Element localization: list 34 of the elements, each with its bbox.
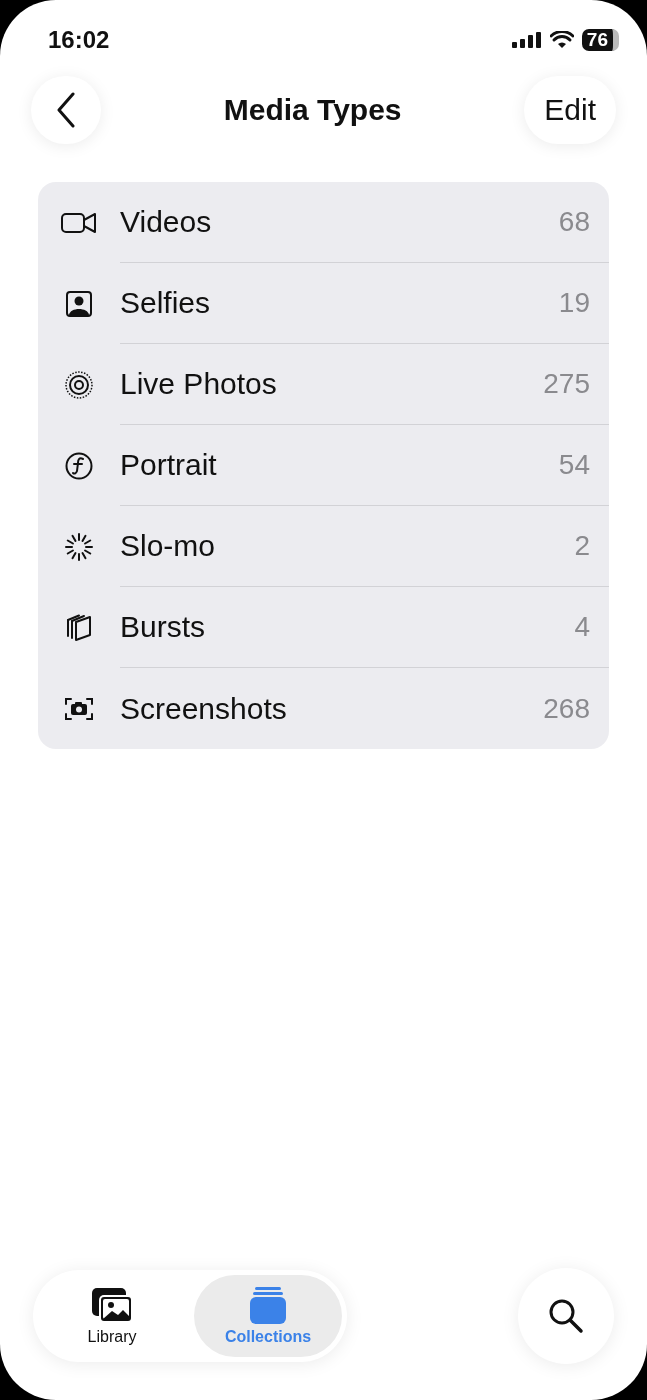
item-count: 268 [543,692,590,725]
row-label: Live Photos [120,367,277,401]
row-label: Slo-mo [120,529,216,563]
concentric-circles-icon [62,370,96,399]
chevron-left-icon [56,92,76,128]
list-row[interactable]: Live Photos 275 [38,344,609,425]
battery-indicator: 76 [581,29,619,51]
edit-button[interactable]: Edit [524,76,616,144]
search-icon [548,1298,584,1334]
clock-time: 16:02 [48,26,110,54]
item-count: 4 [574,611,590,643]
screen-title: Media Types [223,93,402,127]
row-label: Portrait [120,448,217,482]
list-row[interactable]: Videos 68 [38,182,609,263]
item-count: 19 [558,287,590,319]
row-label: Screenshots [120,691,287,726]
row-label: Selfies [120,286,211,320]
list-row[interactable]: Bursts 4 [38,587,609,668]
row-label: Videos [120,205,212,239]
list-row[interactable]: Screenshots 268 [38,668,609,749]
list-row[interactable]: Portrait 54 [38,425,609,506]
row-label: Bursts [120,610,206,644]
item-count: 275 [543,368,590,400]
list-row[interactable]: Slo-mo 2 [38,506,609,587]
signal-icon [511,32,542,48]
list-row[interactable]: Selfies 19 [38,263,609,344]
folder-stack-icon [249,1286,287,1324]
photos-stack-icon [90,1286,134,1324]
tab-button[interactable]: Library [38,1275,186,1357]
item-count: 68 [558,206,590,238]
wifi-icon [549,31,574,49]
item-count: 2 [574,530,590,562]
item-count: 54 [558,449,590,481]
dashed-burst-icon [62,532,96,561]
